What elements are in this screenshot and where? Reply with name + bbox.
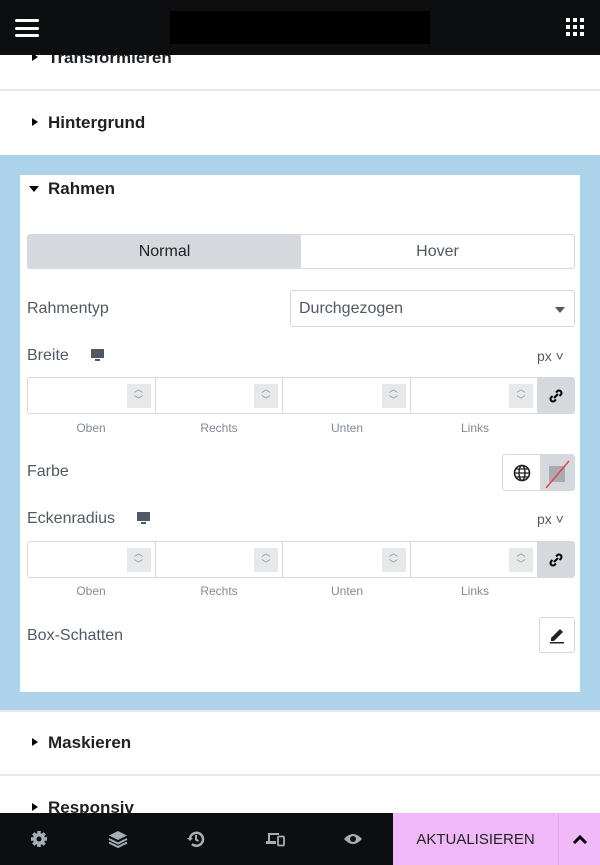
side-label: Unten xyxy=(330,421,364,435)
width-unit-select[interactable]: px ˅ xyxy=(537,348,564,364)
spinner-icon[interactable]: ︿ ﹀ xyxy=(381,384,406,408)
tab-hover[interactable]: Hover xyxy=(301,235,574,268)
radius-top-input[interactable]: ︿ ﹀ xyxy=(28,542,156,577)
color-picker-swatch[interactable] xyxy=(540,455,574,490)
side-label: Oben xyxy=(76,584,106,598)
spinner-icon[interactable]: ︿ ﹀ xyxy=(254,548,278,572)
radius-inputs: ︿ ﹀ ︿ ﹀ ︿ ﹀ ︿ ﹀ xyxy=(27,541,575,578)
hamburger-icon[interactable] xyxy=(15,19,39,37)
radius-unit-select[interactable]: px ˅ xyxy=(537,511,564,527)
desktop-icon[interactable] xyxy=(90,348,105,362)
no-color-icon xyxy=(545,460,570,488)
desktop-icon[interactable] xyxy=(136,511,151,525)
width-inputs: ︿ ﹀ ︿ ﹀ ︿ ﹀ ︿ ﹀ xyxy=(27,377,575,414)
side-label: Links xyxy=(460,421,489,435)
color-control xyxy=(502,454,575,491)
caret-right-icon xyxy=(32,738,38,746)
radius-right-input[interactable]: ︿ ﹀ xyxy=(156,542,283,577)
link-icon xyxy=(549,553,563,566)
side-label: Rechts xyxy=(200,584,238,598)
border-type-label: Rahmentyp xyxy=(27,300,109,317)
caret-right-icon xyxy=(32,118,38,126)
radius-bottom-input[interactable]: ︿ ﹀ xyxy=(283,542,411,577)
border-type-select[interactable]: Durchgezogen xyxy=(290,290,575,327)
link-values-button[interactable] xyxy=(538,542,574,577)
redacted-title xyxy=(170,11,430,44)
spinner-icon[interactable]: ︿ ﹀ xyxy=(126,384,151,408)
box-shadow-edit-button[interactable] xyxy=(539,617,575,653)
layers-icon[interactable] xyxy=(107,828,129,850)
width-top-input[interactable]: ︿ ﹀ xyxy=(28,378,156,413)
state-tabs: Normal Hover xyxy=(27,234,575,269)
more-options-button[interactable] xyxy=(558,813,600,865)
tab-normal[interactable]: Normal xyxy=(28,235,301,268)
spinner-icon[interactable]: ︿ ﹀ xyxy=(509,548,533,572)
caret-down-icon xyxy=(29,186,39,192)
divider xyxy=(0,774,600,776)
history-icon[interactable] xyxy=(185,828,207,850)
section-mask[interactable]: Maskieren xyxy=(0,733,600,753)
radius-label: Eckenradius xyxy=(27,510,116,527)
globe-icon xyxy=(513,464,530,481)
spinner-icon[interactable]: ︿ ﹀ xyxy=(126,548,151,572)
update-button[interactable]: AKTUALISIEREN xyxy=(393,813,558,865)
width-right-input[interactable]: ︿ ﹀ xyxy=(156,378,283,413)
grid-icon[interactable] xyxy=(566,18,584,36)
side-label: Unten xyxy=(330,584,364,598)
width-bottom-input[interactable]: ︿ ﹀ xyxy=(283,378,411,413)
side-label: Oben xyxy=(76,421,106,435)
side-label: Rechts xyxy=(200,421,238,435)
section-border[interactable]: Rahmen xyxy=(0,179,600,199)
global-colors-button[interactable] xyxy=(503,455,540,490)
color-label: Farbe xyxy=(27,463,69,480)
footer-bar: AKTUALISIEREN xyxy=(0,813,600,865)
spinner-icon[interactable]: ︿ ﹀ xyxy=(254,384,278,408)
eye-icon[interactable] xyxy=(342,828,364,850)
responsive-icon[interactable] xyxy=(264,828,286,850)
link-icon xyxy=(549,389,563,402)
divider xyxy=(0,89,600,91)
spinner-icon[interactable]: ︿ ﹀ xyxy=(381,548,406,572)
section-background[interactable]: Hintergrund xyxy=(0,113,600,133)
pencil-icon xyxy=(550,629,564,644)
caret-right-icon xyxy=(32,803,38,811)
spinner-icon[interactable]: ︿ ﹀ xyxy=(509,384,533,408)
top-bar xyxy=(0,0,600,55)
link-values-button[interactable] xyxy=(538,378,574,413)
side-label: Links xyxy=(460,584,489,598)
width-label: Breite xyxy=(27,347,69,364)
caret-down-icon xyxy=(555,307,565,313)
width-left-input[interactable]: ︿ ﹀ xyxy=(411,378,538,413)
settings-icon[interactable] xyxy=(28,828,50,850)
radius-left-input[interactable]: ︿ ﹀ xyxy=(411,542,538,577)
chevron-up-icon xyxy=(572,834,587,844)
box-shadow-label: Box-Schatten xyxy=(27,627,124,644)
divider xyxy=(0,710,600,712)
